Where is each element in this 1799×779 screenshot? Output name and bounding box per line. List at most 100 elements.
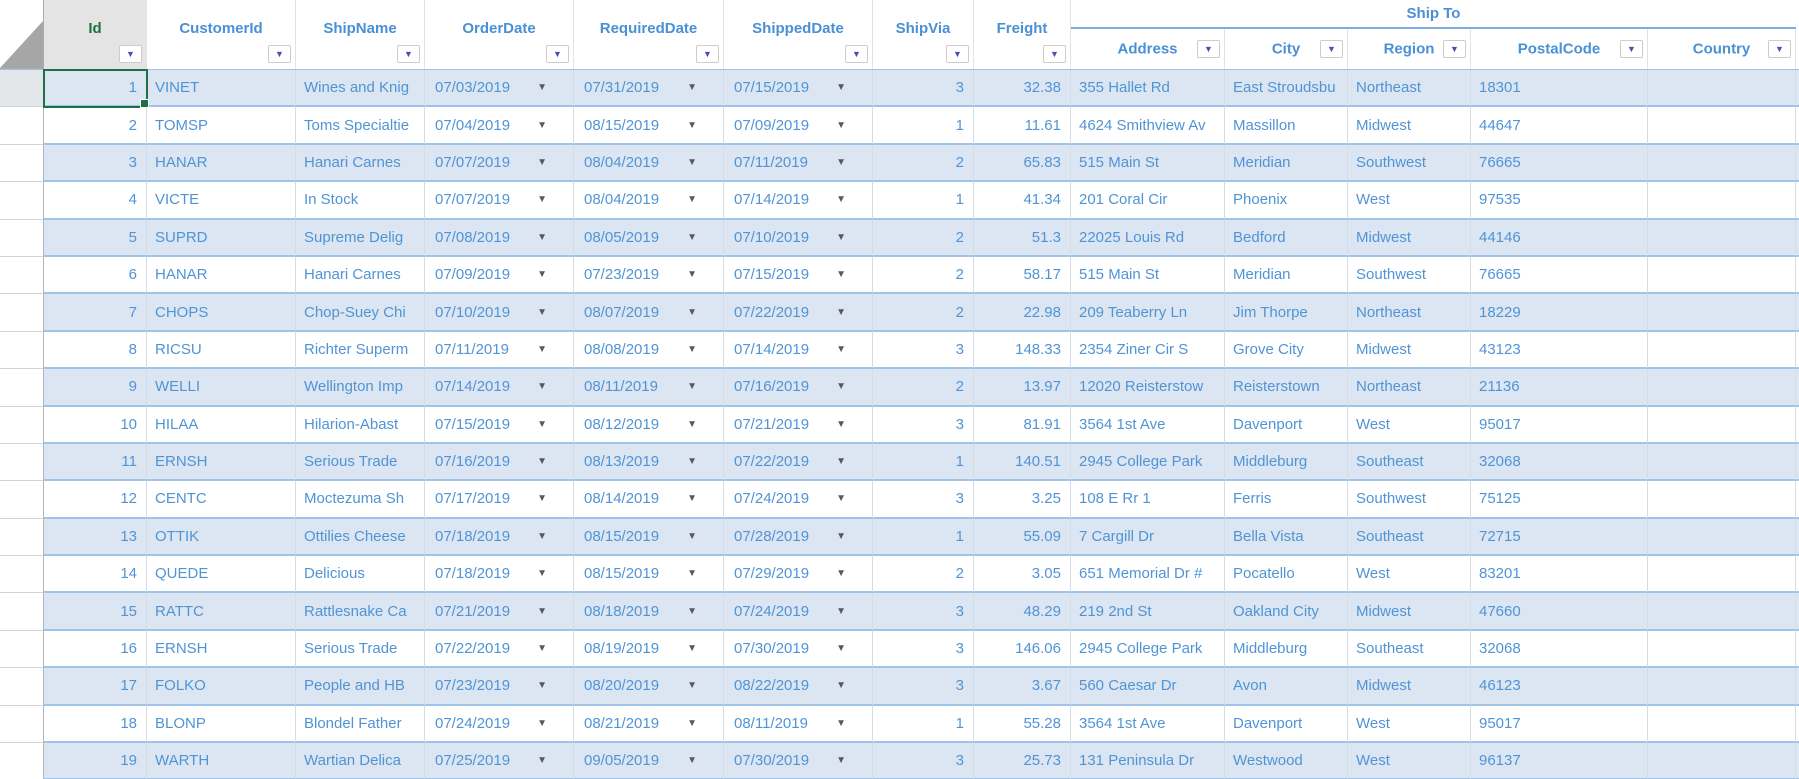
cell-id[interactable]: 18 bbox=[44, 705, 147, 744]
cell-id[interactable]: 13 bbox=[44, 518, 147, 557]
cell-customer-id[interactable]: TOMSP bbox=[147, 107, 296, 145]
cell-dropdown-icon[interactable]: ▼ bbox=[836, 419, 872, 430]
cell-ship-name[interactable]: Toms Specialtie bbox=[296, 107, 425, 145]
cell-order-date[interactable]: 07/18/2019 ▼ bbox=[425, 518, 574, 557]
cell-dropdown-icon[interactable]: ▼ bbox=[836, 120, 872, 131]
row-header[interactable] bbox=[0, 256, 44, 295]
cell-ship-name[interactable]: Supreme Delig bbox=[296, 219, 425, 257]
cell-ship-name[interactable]: People and HB bbox=[296, 668, 425, 706]
cell-country[interactable] bbox=[1648, 331, 1796, 370]
cell-order-date[interactable]: 07/03/2019 ▼ bbox=[425, 70, 574, 108]
cell-country[interactable] bbox=[1648, 369, 1796, 407]
row-header[interactable] bbox=[0, 369, 44, 407]
cell-dropdown-icon[interactable]: ▼ bbox=[537, 718, 573, 729]
cell-id[interactable]: 16 bbox=[44, 630, 147, 669]
cell-city[interactable]: Middleburg bbox=[1225, 443, 1348, 482]
cell-required-date[interactable]: 08/08/2019 ▼ bbox=[574, 331, 724, 370]
cell-required-date[interactable]: 08/19/2019 ▼ bbox=[574, 630, 724, 669]
cell-customer-id[interactable]: CHOPS bbox=[147, 294, 296, 332]
cell-id[interactable]: 19 bbox=[44, 743, 147, 779]
cell-customer-id[interactable]: VINET bbox=[147, 70, 296, 108]
cell-required-date[interactable]: 08/15/2019 ▼ bbox=[574, 556, 724, 594]
cell-id[interactable]: 8 bbox=[44, 331, 147, 370]
cell-ship-name[interactable]: In Stock bbox=[296, 182, 425, 220]
cell-freight[interactable]: 41.34 bbox=[974, 182, 1071, 220]
filter-button-id[interactable]: ▼ bbox=[119, 45, 142, 63]
cell-city[interactable]: Oakland City bbox=[1225, 593, 1348, 631]
cell-country[interactable] bbox=[1648, 556, 1796, 594]
cell-customer-id[interactable]: WARTH bbox=[147, 743, 296, 779]
column-header-address[interactable]: Address ▼ bbox=[1071, 29, 1225, 69]
cell-dropdown-icon[interactable]: ▼ bbox=[687, 269, 723, 280]
cell-address[interactable]: 3564 1st Ave bbox=[1071, 406, 1225, 444]
cell-order-date[interactable]: 07/25/2019 ▼ bbox=[425, 743, 574, 779]
cell-customer-id[interactable]: RICSU bbox=[147, 331, 296, 370]
cell-shipped-date[interactable]: 07/30/2019 ▼ bbox=[724, 630, 873, 669]
cell-ship-name[interactable]: Serious Trade bbox=[296, 630, 425, 669]
row-header[interactable] bbox=[0, 518, 44, 557]
cell-order-date[interactable]: 07/07/2019 ▼ bbox=[425, 144, 574, 183]
cell-postal-code[interactable]: 46123 bbox=[1471, 668, 1648, 706]
cell-order-date[interactable]: 07/22/2019 ▼ bbox=[425, 630, 574, 669]
row-header[interactable] bbox=[0, 182, 44, 220]
cell-order-date[interactable]: 07/11/2019 ▼ bbox=[425, 331, 574, 370]
cell-dropdown-icon[interactable]: ▼ bbox=[836, 493, 872, 504]
cell-city[interactable]: Meridian bbox=[1225, 144, 1348, 183]
cell-order-date[interactable]: 07/23/2019 ▼ bbox=[425, 668, 574, 706]
cell-freight[interactable]: 81.91 bbox=[974, 406, 1071, 444]
cell-country[interactable] bbox=[1648, 630, 1796, 669]
cell-ship-name[interactable]: Serious Trade bbox=[296, 443, 425, 482]
cell-region[interactable]: Southeast bbox=[1348, 518, 1471, 557]
cell-ship-name[interactable]: Delicious bbox=[296, 556, 425, 594]
cell-country[interactable] bbox=[1648, 294, 1796, 332]
filter-button-region[interactable]: ▼ bbox=[1443, 40, 1466, 58]
cell-dropdown-icon[interactable]: ▼ bbox=[687, 493, 723, 504]
cell-required-date[interactable]: 08/18/2019 ▼ bbox=[574, 593, 724, 631]
filter-button-customer-id[interactable]: ▼ bbox=[268, 45, 291, 63]
cell-dropdown-icon[interactable]: ▼ bbox=[537, 419, 573, 430]
cell-country[interactable] bbox=[1648, 593, 1796, 631]
cell-city[interactable]: Ferris bbox=[1225, 481, 1348, 519]
cell-postal-code[interactable]: 76665 bbox=[1471, 144, 1648, 183]
cell-address[interactable]: 209 Teaberry Ln bbox=[1071, 294, 1225, 332]
row-header[interactable] bbox=[0, 630, 44, 669]
cell-shipped-date[interactable]: 07/21/2019 ▼ bbox=[724, 406, 873, 444]
cell-customer-id[interactable]: WELLI bbox=[147, 369, 296, 407]
cell-dropdown-icon[interactable]: ▼ bbox=[537, 531, 573, 542]
column-header-order-date[interactable]: OrderDate ▼ bbox=[425, 0, 574, 69]
cell-id[interactable]: 7 bbox=[44, 294, 147, 332]
filter-button-ship-via[interactable]: ▼ bbox=[946, 45, 969, 63]
cell-region[interactable]: Midwest bbox=[1348, 593, 1471, 631]
cell-freight[interactable]: 13.97 bbox=[974, 369, 1071, 407]
cell-city[interactable]: Meridian bbox=[1225, 256, 1348, 295]
cell-id[interactable]: 15 bbox=[44, 593, 147, 631]
cell-customer-id[interactable]: OTTIK bbox=[147, 518, 296, 557]
filter-button-country[interactable]: ▼ bbox=[1768, 40, 1791, 58]
cell-postal-code[interactable]: 44146 bbox=[1471, 219, 1648, 257]
cell-required-date[interactable]: 07/23/2019 ▼ bbox=[574, 256, 724, 295]
cell-dropdown-icon[interactable]: ▼ bbox=[537, 381, 573, 392]
cell-ship-via[interactable]: 3 bbox=[873, 406, 974, 444]
cell-shipped-date[interactable]: 07/11/2019 ▼ bbox=[724, 144, 873, 183]
cell-shipped-date[interactable]: 07/24/2019 ▼ bbox=[724, 481, 873, 519]
row-header[interactable] bbox=[0, 481, 44, 519]
cell-postal-code[interactable]: 96137 bbox=[1471, 743, 1648, 779]
cell-customer-id[interactable]: RATTC bbox=[147, 593, 296, 631]
cell-address[interactable]: 131 Peninsula Dr bbox=[1071, 743, 1225, 779]
cell-postal-code[interactable]: 95017 bbox=[1471, 705, 1648, 744]
cell-dropdown-icon[interactable]: ▼ bbox=[836, 718, 872, 729]
cell-dropdown-icon[interactable]: ▼ bbox=[537, 157, 573, 168]
cell-city[interactable]: Massillon bbox=[1225, 107, 1348, 145]
cell-shipped-date[interactable]: 07/28/2019 ▼ bbox=[724, 518, 873, 557]
cell-city[interactable]: Bedford bbox=[1225, 219, 1348, 257]
cell-address[interactable]: 515 Main St bbox=[1071, 256, 1225, 295]
cell-dropdown-icon[interactable]: ▼ bbox=[537, 568, 573, 579]
cell-dropdown-icon[interactable]: ▼ bbox=[537, 456, 573, 467]
cell-country[interactable] bbox=[1648, 406, 1796, 444]
cell-id[interactable]: 10 bbox=[44, 406, 147, 444]
row-header[interactable] bbox=[0, 668, 44, 706]
cell-customer-id[interactable]: QUEDE bbox=[147, 556, 296, 594]
cell-ship-via[interactable]: 2 bbox=[873, 294, 974, 332]
cell-order-date[interactable]: 07/21/2019 ▼ bbox=[425, 593, 574, 631]
filter-button-city[interactable]: ▼ bbox=[1320, 40, 1343, 58]
